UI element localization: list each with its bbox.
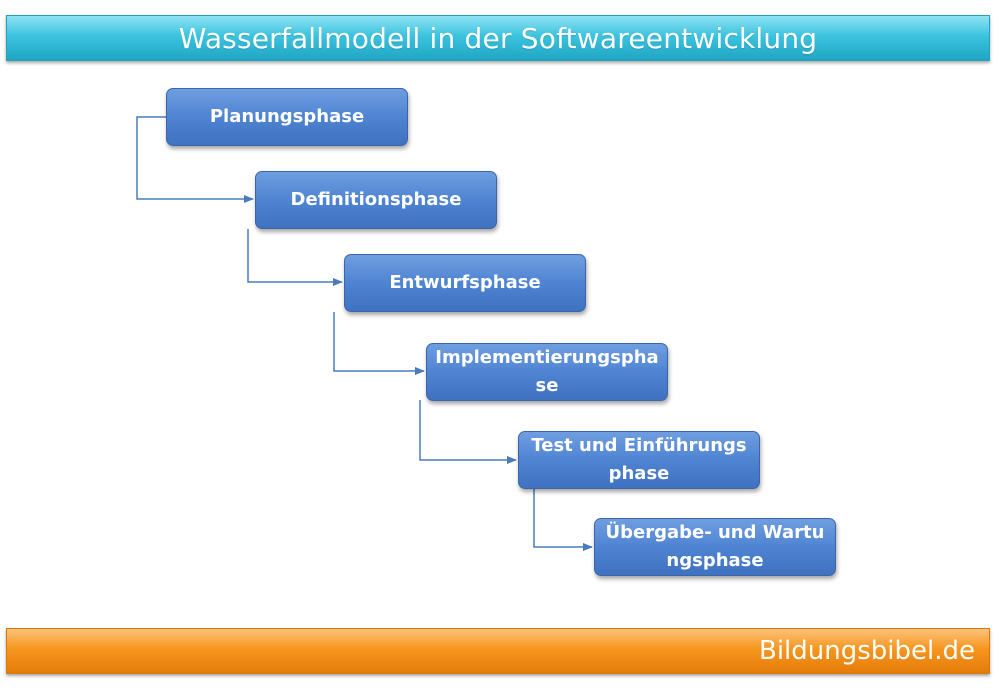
phase-box-test: Test und Einführungsphase xyxy=(518,431,760,489)
phase-box-entwurf: Entwurfsphase xyxy=(344,254,586,312)
connector-5 xyxy=(533,489,593,551)
brand-label: Bildungsbibel.de xyxy=(758,636,975,666)
phase-label: Implementierungsphase xyxy=(435,347,659,396)
connector-2 xyxy=(247,229,343,286)
phase-box-planung: Planungsphase xyxy=(166,88,408,146)
phase-box-uebergabe: Übergabe- und Wartungsphase xyxy=(594,518,836,576)
phase-box-implementierung: Implementierungsphase xyxy=(426,343,668,401)
phase-label: Definitionsphase xyxy=(290,189,462,210)
phase-label: Entwurfsphase xyxy=(389,272,541,293)
phase-box-definition: Definitionsphase xyxy=(255,171,497,229)
connector-3 xyxy=(333,312,425,375)
phase-label: Planungsphase xyxy=(209,106,365,127)
footer-banner: Bildungsbibel.de xyxy=(6,628,990,674)
phase-label: Übergabe- und Wartungsphase xyxy=(605,522,825,571)
phase-label: Test und Einführungsphase xyxy=(531,435,747,484)
connector-4 xyxy=(419,400,517,464)
